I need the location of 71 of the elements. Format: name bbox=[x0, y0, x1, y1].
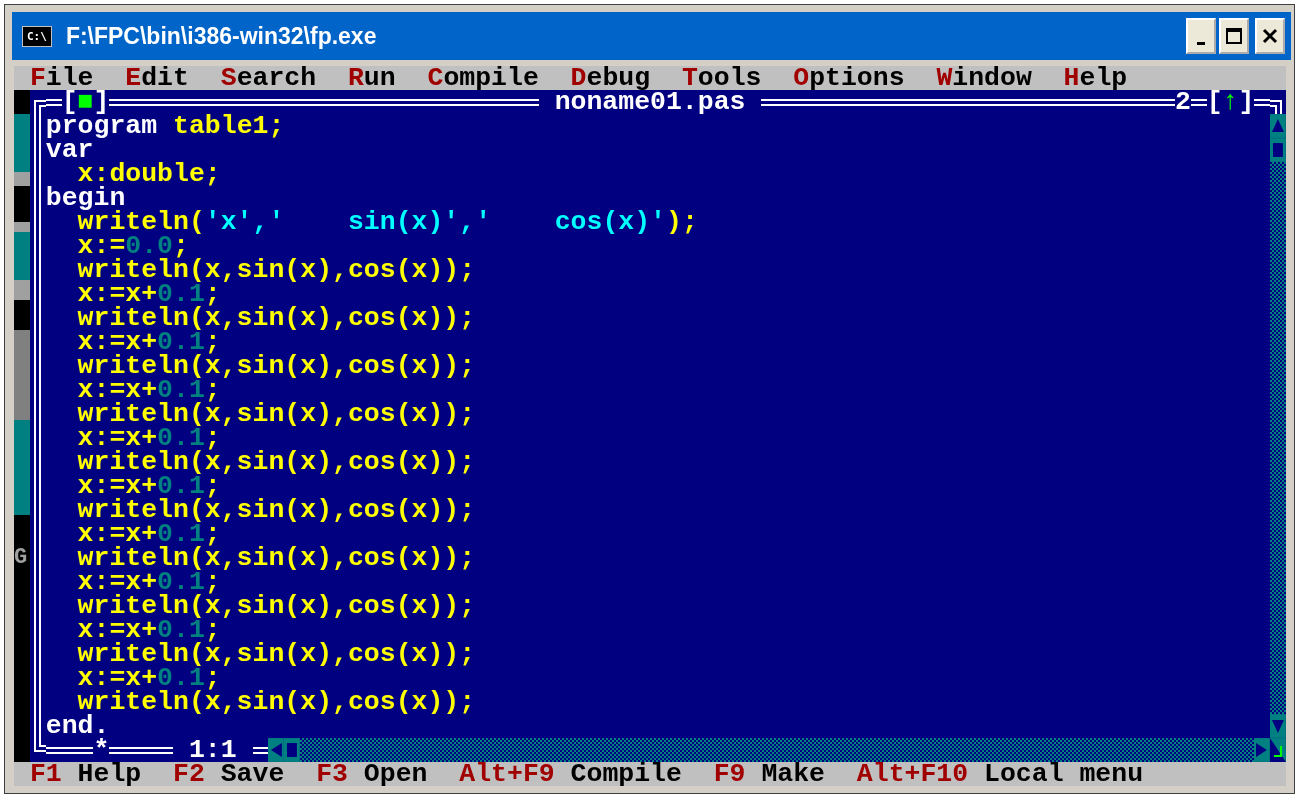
code-line: writeln(x,sin(x),cos(x)); bbox=[76, 594, 477, 618]
scroll-up-icon[interactable] bbox=[1270, 114, 1287, 138]
code-line: writeln(x,sin(x),cos(x)); bbox=[76, 354, 477, 378]
code-line: x:=x+0.1; bbox=[76, 378, 221, 402]
status-item[interactable]: F1 Help bbox=[29, 762, 142, 786]
frame-line bbox=[45, 98, 62, 106]
code-line: x:double; bbox=[77, 162, 222, 186]
code-line: x:=x+0.1; bbox=[76, 522, 221, 546]
minimize-button[interactable] bbox=[1186, 18, 1216, 54]
code-line: writeln('x',' sin(x)',' cos(x)'); bbox=[77, 210, 699, 234]
code-line: writeln(x,sin(x),cos(x)); bbox=[76, 450, 477, 474]
file-title: noname01.pas bbox=[553, 90, 747, 114]
code-line: writeln(x,sin(x),cos(x)); bbox=[76, 642, 477, 666]
code-line: x:=x+0.1; bbox=[76, 618, 221, 642]
code-line: x:=x+0.1; bbox=[76, 666, 221, 690]
scroll-left-icon[interactable] bbox=[268, 738, 285, 762]
status-item[interactable]: F9 Make bbox=[713, 762, 826, 786]
code-line: x:=x+0.1; bbox=[76, 282, 221, 306]
maximize-button[interactable] bbox=[1219, 18, 1249, 54]
minimize-icon bbox=[1197, 41, 1205, 45]
menu-item[interactable]: Window bbox=[936, 66, 1032, 90]
console-icon: C:\ bbox=[22, 25, 52, 47]
menu-item[interactable]: Edit bbox=[125, 66, 189, 90]
frame-corner bbox=[33, 738, 46, 752]
menu-item[interactable]: Tools bbox=[681, 66, 762, 90]
frame-corner bbox=[1270, 100, 1283, 114]
menu-item[interactable]: File bbox=[29, 66, 94, 90]
menu-item[interactable]: Run bbox=[347, 66, 396, 90]
menu-item[interactable]: Debug bbox=[570, 66, 651, 90]
code-line: writeln(x,sin(x),cos(x)); bbox=[76, 306, 477, 330]
close-box[interactable]: [■] bbox=[61, 90, 110, 114]
resize-grip-icon[interactable] bbox=[1270, 738, 1287, 762]
scroll-thumb[interactable] bbox=[284, 738, 301, 762]
code-line: x:=x+0.1; bbox=[76, 426, 221, 450]
code-line: var bbox=[45, 138, 94, 162]
menu-item[interactable]: Options bbox=[793, 66, 905, 90]
cursor-position: 1:1 bbox=[188, 738, 237, 762]
code-line: x:=x+0.1; bbox=[76, 474, 221, 498]
status-item[interactable]: F3 Open bbox=[316, 762, 428, 786]
scroll-down-icon[interactable] bbox=[1270, 714, 1287, 738]
status-item[interactable]: F2 Save bbox=[173, 762, 285, 786]
modified-marker: * bbox=[93, 738, 110, 762]
frame-line bbox=[1190, 98, 1207, 106]
code-line: x:=0.0; bbox=[76, 234, 189, 258]
menu-item[interactable]: Compile bbox=[427, 66, 539, 90]
menu-item[interactable]: Help bbox=[1063, 66, 1128, 90]
status-item[interactable]: Alt+F10 Local menu bbox=[856, 762, 1144, 786]
frame-line bbox=[45, 746, 94, 754]
scroll-thumb[interactable] bbox=[1270, 138, 1287, 162]
code-line: x:=x+0.1; bbox=[76, 570, 221, 594]
code-line: program table1; bbox=[45, 114, 286, 138]
code-line: writeln(x,sin(x),cos(x)); bbox=[76, 258, 477, 282]
code-line: end. bbox=[45, 714, 110, 738]
code-line: writeln(x,sin(x),cos(x)); bbox=[76, 402, 477, 426]
code-line: x:=x+0.1; bbox=[76, 330, 221, 354]
code-line: writeln(x,sin(x),cos(x)); bbox=[77, 690, 477, 714]
maximize-icon bbox=[1225, 27, 1243, 45]
code-line: writeln(x,sin(x),cos(x)); bbox=[76, 498, 477, 522]
window-number: 2 bbox=[1174, 90, 1191, 114]
zoom-box[interactable]: [↑] bbox=[1206, 90, 1255, 114]
desktop-char: G bbox=[14, 546, 29, 570]
close-button[interactable] bbox=[1255, 18, 1285, 54]
menu-item[interactable]: Search bbox=[220, 66, 317, 90]
code-line: writeln(x,sin(x),cos(x)); bbox=[76, 546, 477, 570]
frame-line bbox=[109, 746, 173, 754]
close-icon bbox=[1261, 27, 1279, 45]
frame-line bbox=[1254, 98, 1271, 106]
frame-corner bbox=[33, 100, 46, 114]
code-line: begin bbox=[45, 186, 126, 210]
status-item[interactable]: Alt+F9 Compile bbox=[459, 762, 682, 786]
window-title: F:\FPC\bin\i386-win32\fp.exe bbox=[65, 22, 377, 50]
